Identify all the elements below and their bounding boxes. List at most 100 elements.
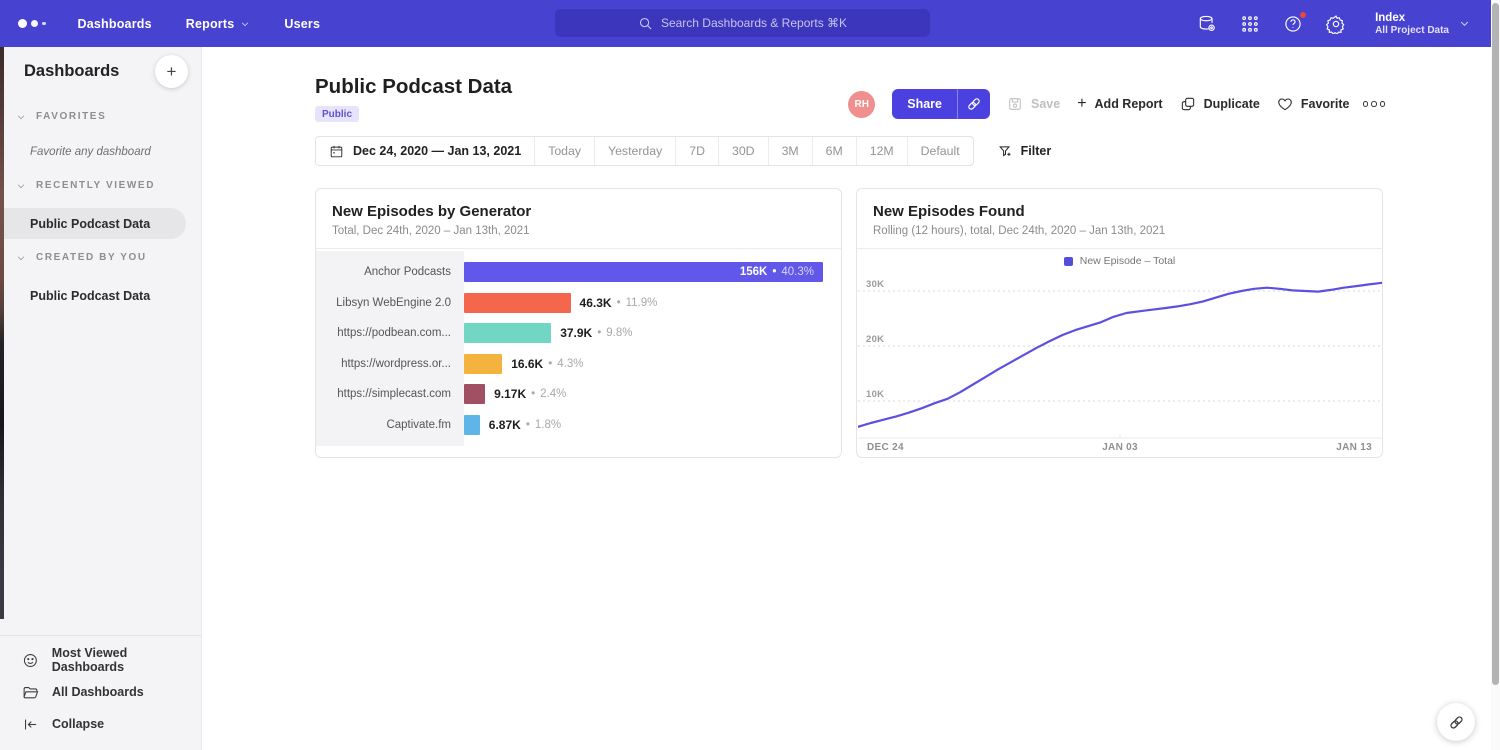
bar-row[interactable]: Captivate.fm6.87K•1.8% xyxy=(316,410,841,441)
bar-row[interactable]: Anchor Podcasts156K•40.3% xyxy=(316,257,841,288)
duplicate-button[interactable]: Duplicate xyxy=(1180,96,1260,112)
notification-dot xyxy=(1299,11,1307,19)
y-tick-10k: 10K xyxy=(866,389,884,400)
sidebar-title: Dashboards xyxy=(24,62,119,81)
chevron-down-icon xyxy=(240,19,250,29)
bar-value-label: 16.6K•4.3% xyxy=(511,354,583,374)
project-subtitle: All Project Data xyxy=(1375,25,1449,36)
bar[interactable] xyxy=(464,415,480,435)
x-tick-jan13: JAN 13 xyxy=(1336,442,1372,453)
project-picker[interactable]: Index All Project Data xyxy=(1375,12,1470,36)
data-sources-icon[interactable] xyxy=(1197,14,1217,34)
bar[interactable] xyxy=(464,323,551,343)
bar-row[interactable]: https://simplecast.com9.17K•2.4% xyxy=(316,379,841,410)
background-window-edge xyxy=(0,47,4,619)
top-navbar: Dashboards Reports Users Search Dashboar… xyxy=(0,0,1500,47)
collapse-icon xyxy=(22,716,39,733)
preset-3m[interactable]: 3M xyxy=(769,137,813,165)
legend[interactable]: New Episode – Total xyxy=(857,255,1382,267)
share-link-fab[interactable] xyxy=(1437,703,1475,741)
settings-gear-icon[interactable] xyxy=(1326,14,1346,34)
bar-chart-card: New Episodes by Generator Total, Dec 24t… xyxy=(315,188,842,458)
section-recently-viewed[interactable]: RECENTLY VIEWED xyxy=(0,180,201,191)
search-icon xyxy=(638,16,653,31)
bar-row[interactable]: https://podbean.com...37.9K•9.8% xyxy=(316,318,841,349)
calendar-icon xyxy=(329,144,344,159)
avatar[interactable]: RH xyxy=(848,91,875,118)
bar[interactable]: 156K•40.3% xyxy=(464,262,823,282)
bar-category-label: Libsyn WebEngine 2.0 xyxy=(316,297,464,309)
nav-reports[interactable]: Reports xyxy=(186,17,251,31)
preset-today[interactable]: Today xyxy=(535,137,595,165)
add-report-button[interactable]: + Add Report xyxy=(1077,95,1162,113)
y-tick-20k: 20K xyxy=(866,334,884,345)
filter-button[interactable]: Filter xyxy=(998,144,1052,159)
share-button[interactable]: Share xyxy=(892,89,990,119)
bar-row[interactable]: https://wordpress.or... 16.6K•4.3% xyxy=(316,349,841,380)
x-tick-jan03: JAN 03 xyxy=(1102,442,1138,453)
collapse-sidebar-button[interactable]: Collapse xyxy=(0,708,201,740)
more-options-button[interactable] xyxy=(1363,101,1386,107)
bar[interactable] xyxy=(464,354,502,374)
nav-dashboards[interactable]: Dashboards xyxy=(78,17,152,31)
filter-funnel-icon xyxy=(998,144,1013,159)
legend-swatch xyxy=(1064,257,1073,266)
line-chart-title[interactable]: New Episodes Found xyxy=(873,203,1366,220)
chevron-down-icon xyxy=(16,112,26,122)
smiley-icon xyxy=(22,652,39,669)
bar-row[interactable]: Libsyn WebEngine 2.0 46.3K•11.9% xyxy=(316,288,841,319)
preset-7d[interactable]: 7D xyxy=(676,137,719,165)
copy-link-button[interactable] xyxy=(957,89,990,119)
sidebar-item-public-podcast-data-created[interactable]: Public Podcast Data xyxy=(0,280,186,311)
y-tick-30k: 30K xyxy=(866,279,884,290)
scrollbar-thumb[interactable] xyxy=(1492,3,1499,685)
link-icon xyxy=(966,96,982,112)
preset-12m[interactable]: 12M xyxy=(857,137,908,165)
scrollbar-track xyxy=(1491,0,1500,750)
section-created-by-you[interactable]: CREATED BY YOU xyxy=(0,252,201,263)
preset-yesterday[interactable]: Yesterday xyxy=(595,137,676,165)
preset-30d[interactable]: 30D xyxy=(719,137,769,165)
chevron-down-icon xyxy=(16,253,26,263)
preset-6m[interactable]: 6M xyxy=(813,137,857,165)
bar-chart-subtitle: Total, Dec 24th, 2020 – Jan 13th, 2021 xyxy=(332,225,825,237)
app-logo[interactable] xyxy=(18,19,46,28)
bar-value-label: 46.3K•11.9% xyxy=(580,293,658,313)
most-viewed-dashboards-button[interactable]: Most Viewed Dashboards xyxy=(0,644,201,676)
line-series[interactable] xyxy=(858,283,1382,427)
bar-category-label: https://wordpress.or... xyxy=(316,358,464,370)
sidebar: Dashboards + FAVORITES Favorite any dash… xyxy=(0,47,202,750)
bar[interactable] xyxy=(464,384,485,404)
duplicate-icon xyxy=(1180,96,1196,112)
link-icon xyxy=(1448,714,1465,731)
main-content: Public Podcast Data Public RH Share Save… xyxy=(202,47,1500,750)
chevron-down-icon xyxy=(1459,18,1470,29)
sidebar-item-public-podcast-data[interactable]: Public Podcast Data xyxy=(0,208,186,239)
bar-chart-title[interactable]: New Episodes by Generator xyxy=(332,203,825,220)
favorite-button[interactable]: Favorite xyxy=(1277,96,1350,112)
date-range-button[interactable]: Dec 24, 2020 — Jan 13, 2021 xyxy=(316,137,535,165)
preset-default[interactable]: Default xyxy=(908,137,973,165)
bar-category-label: https://podbean.com... xyxy=(316,327,464,339)
apps-grid-icon[interactable] xyxy=(1240,14,1260,34)
x-axis-labels: DEC 24 JAN 03 JAN 13 xyxy=(858,442,1381,453)
bar-category-label: https://simplecast.com xyxy=(316,388,464,400)
save-icon xyxy=(1007,96,1023,112)
new-dashboard-button[interactable]: + xyxy=(155,55,188,88)
chevron-down-icon xyxy=(16,181,26,191)
header-actions: RH Share Save + Add Report Duplicate Fav… xyxy=(848,89,1385,119)
bar-value-label: 156K•40.3% xyxy=(740,262,814,282)
bar[interactable] xyxy=(464,293,571,313)
heart-icon xyxy=(1277,96,1293,112)
section-favorites[interactable]: FAVORITES xyxy=(0,111,201,122)
all-dashboards-button[interactable]: All Dashboards xyxy=(0,676,201,708)
search-input[interactable]: Search Dashboards & Reports ⌘K xyxy=(555,9,930,37)
help-icon[interactable] xyxy=(1283,14,1303,34)
visibility-badge: Public xyxy=(315,106,359,122)
save-button[interactable]: Save xyxy=(1007,96,1060,112)
date-range-control: Dec 24, 2020 — Jan 13, 2021 TodayYesterd… xyxy=(315,136,974,166)
folder-icon xyxy=(22,684,39,701)
search-placeholder: Search Dashboards & Reports ⌘K xyxy=(661,16,847,30)
line-chart-plot[interactable]: 30K 20K 10K xyxy=(858,269,1382,439)
nav-users[interactable]: Users xyxy=(284,17,320,31)
